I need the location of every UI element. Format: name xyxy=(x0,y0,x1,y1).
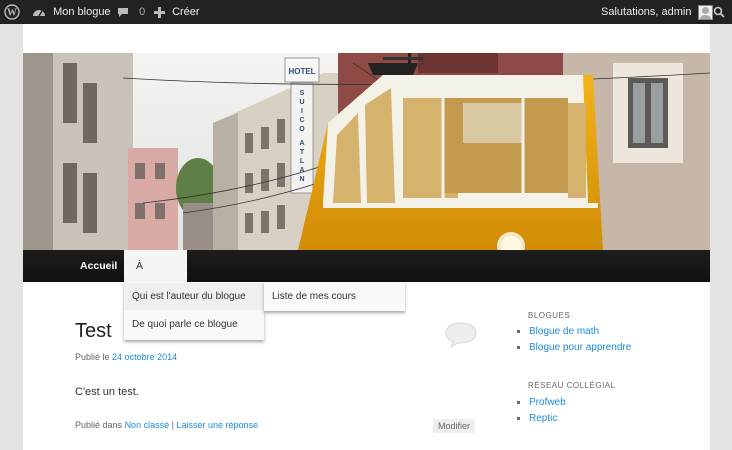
post-footer: Publié dans Non classé | Laisser une rép… xyxy=(75,420,258,430)
greeting-label: Salutations, admin xyxy=(601,6,692,18)
dropdown-submenu: Liste de mes cours xyxy=(264,282,405,311)
svg-text:C: C xyxy=(299,117,304,124)
separator: | xyxy=(171,420,174,430)
widget-title-reseau: RÉSEAU COLLÉGIAL xyxy=(528,381,616,390)
svg-text:N: N xyxy=(299,176,304,183)
new-content-link[interactable]: Créer xyxy=(154,0,200,24)
widget-list-blogues: Blogue de math Blogue pour apprendre xyxy=(515,324,631,356)
widget-link[interactable]: Profweb xyxy=(529,395,566,411)
svg-text:A: A xyxy=(299,140,304,147)
nav-item-a-propos[interactable]: À propos xyxy=(124,250,187,304)
search-icon[interactable] xyxy=(713,0,725,24)
svg-text:U: U xyxy=(299,99,304,106)
svg-text:S: S xyxy=(300,90,305,97)
widget-link[interactable]: Blogue pour apprendre xyxy=(529,340,631,356)
reply-link[interactable]: Laisser une réponse xyxy=(176,420,258,430)
widget-list-reseau: Profweb Reptic xyxy=(515,395,566,427)
main-navigation: Accueil À propos xyxy=(23,250,710,304)
post-meta: Publié le 24 octobre 2014 xyxy=(75,352,177,362)
site-name-label: Mon blogue xyxy=(53,6,111,18)
header-image: HOTEL SUICO ATLAN xyxy=(23,53,710,250)
widget-link[interactable]: Reptic xyxy=(529,411,566,427)
published-prefix: Publié le xyxy=(75,352,110,362)
edit-button[interactable]: Modifier xyxy=(433,419,476,433)
dropdown-menu: Qui est l'auteur du blogue De quoi parle… xyxy=(124,282,264,340)
svg-text:W: W xyxy=(7,8,17,19)
categories-prefix: Publié dans xyxy=(75,420,123,430)
comments-count: 0 xyxy=(139,6,146,18)
post-date-link[interactable]: 24 octobre 2014 xyxy=(112,352,177,362)
post-content: C'est un test. xyxy=(75,386,139,398)
svg-text:T: T xyxy=(300,149,305,156)
admin-bar: W Mon blogue 0 Créer Salutations, admin xyxy=(0,0,732,24)
plus-icon xyxy=(154,6,165,18)
comments-link[interactable]: 0 xyxy=(117,0,145,24)
new-content-label: Créer xyxy=(172,6,200,18)
comment-bubble-icon xyxy=(118,7,128,17)
svg-text:HOTEL: HOTEL xyxy=(288,67,315,76)
category-link[interactable]: Non classé xyxy=(125,420,170,430)
svg-text:O: O xyxy=(299,126,305,133)
account-menu[interactable]: Salutations, admin xyxy=(601,0,713,24)
dashboard-icon xyxy=(33,10,45,17)
svg-text:I: I xyxy=(301,108,303,115)
submenu-item-auteur[interactable]: Qui est l'auteur du blogue xyxy=(124,283,264,310)
submenu-item-sujet[interactable]: De quoi parle ce blogue xyxy=(124,311,264,338)
widget-title-blogues: BLOGUES xyxy=(528,311,571,320)
svg-text:L: L xyxy=(300,158,305,165)
nav-item-accueil[interactable]: Accueil xyxy=(68,250,129,282)
comments-bubble-icon[interactable] xyxy=(444,320,478,353)
wordpress-logo-icon[interactable]: W xyxy=(4,0,20,24)
widget-link[interactable]: Blogue de math xyxy=(529,324,631,340)
submenu-item-cours[interactable]: Liste de mes cours xyxy=(264,283,405,310)
site-name-link[interactable]: Mon blogue xyxy=(32,0,111,24)
avatar xyxy=(697,4,713,20)
page-container: HOTEL SUICO ATLAN Accueil À Qui est l'au… xyxy=(23,24,710,450)
post-title[interactable]: Test xyxy=(75,320,112,343)
